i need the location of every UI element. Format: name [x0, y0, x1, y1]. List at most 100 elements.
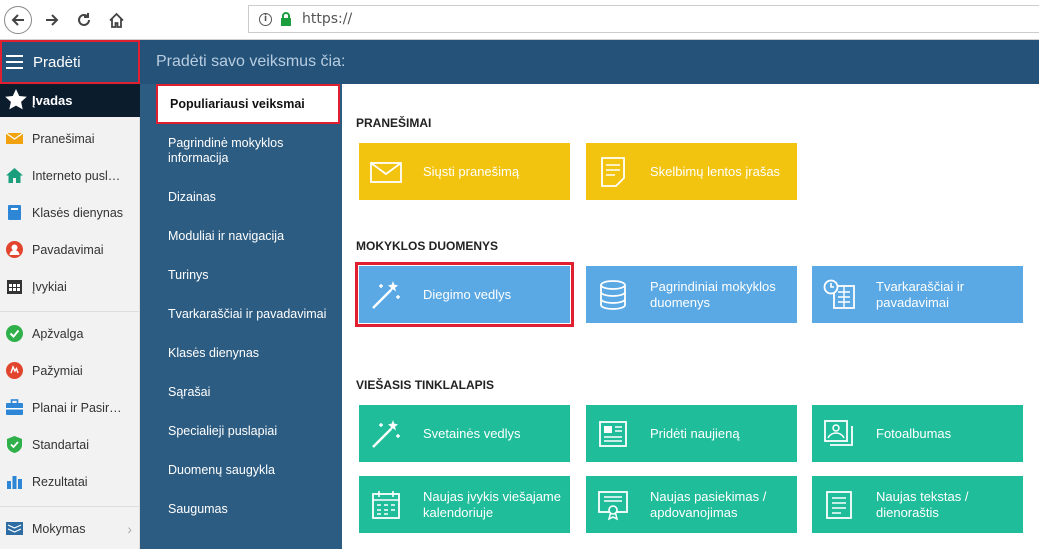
- tile-bulletin-entry[interactable]: Skelbimų lentos įrašas: [586, 143, 797, 200]
- address-bar[interactable]: i https://: [248, 5, 1039, 33]
- url-text: https://: [302, 11, 353, 27]
- menu-item-class-diary[interactable]: Klasės dienynas: [168, 346, 338, 361]
- tile-new-achievement[interactable]: Naujas pasiekimas / apdovanojimas: [586, 476, 797, 533]
- newspaper-icon: [599, 421, 627, 447]
- photo-album-icon: [824, 420, 853, 446]
- sidebar-item-label: Pažymiai: [32, 363, 83, 378]
- envelope-icon: [6, 132, 23, 144]
- arrow-right-icon: [46, 14, 59, 26]
- tile-label: Fotoalbumas: [876, 425, 952, 441]
- info-icon[interactable]: i: [259, 12, 272, 26]
- lock-icon: [281, 12, 291, 26]
- education-icon: [6, 522, 23, 535]
- tile-send-message[interactable]: Siųsti pranešimą: [359, 143, 570, 200]
- sidebar-item-label: Įvykiai: [32, 279, 67, 294]
- menu-item-special-pages[interactable]: Specialieji puslapiai: [168, 424, 338, 439]
- arrow-left-icon: [11, 14, 24, 26]
- left-sidebar: Pradėti Įvadas Pranešimai Interneto pusl…: [0, 40, 140, 549]
- sidebar-item-label: Pranešimai: [32, 131, 95, 146]
- section-title-public-site: VIEŠASIS TINKLALAPIS: [356, 378, 495, 392]
- menu-item-schedules[interactable]: Tvarkaraščiai ir pavadavimai: [168, 307, 338, 322]
- tile-label: Naujas pasiekimas / apdovanojimas: [650, 488, 767, 520]
- tile-school-basic-data[interactable]: Pagrindiniai mokyklos duomenys: [586, 266, 797, 323]
- menu-item-security[interactable]: Saugumas: [168, 502, 338, 517]
- sidebar-item-label: Standartai: [32, 437, 89, 452]
- start-menu-toggle[interactable]: Pradėti: [0, 40, 140, 84]
- text-icon: [826, 491, 852, 519]
- sidebar-item-label: Pavadavimai: [32, 242, 104, 257]
- menu-item-modules[interactable]: Moduliai ir navigacija: [168, 229, 338, 244]
- calendar-icon: [7, 280, 22, 294]
- tile-label: Svetainės vedlys: [423, 425, 521, 441]
- menu-item-content[interactable]: Turinys: [168, 268, 338, 283]
- tile-new-text-blog[interactable]: Naujas tekstas / dienoraštis: [812, 476, 1023, 533]
- category-menu: Pagrindinė mokyklos informacija Dizainas…: [140, 84, 342, 549]
- tile-add-news[interactable]: Pridėti naujieną: [586, 405, 797, 462]
- menu-item-design[interactable]: Dizainas: [168, 190, 338, 205]
- hamburger-icon: [6, 55, 23, 69]
- home-button[interactable]: [102, 6, 130, 34]
- browser-toolbar: i https://: [0, 0, 1039, 40]
- tile-photo-album[interactable]: Fotoalbumas: [812, 405, 1023, 462]
- tile-schedules-substitutions[interactable]: Tvarkaraščiai ir pavadavimai: [812, 266, 1023, 323]
- back-button[interactable]: [4, 6, 32, 34]
- database-icon: [600, 280, 626, 310]
- sidebar-item-website[interactable]: Interneto pusl…: [0, 157, 140, 194]
- menu-item-school-info[interactable]: Pagrindinė mokyklos informacija: [168, 136, 338, 166]
- sidebar-item-grades[interactable]: Pažymiai: [0, 352, 140, 389]
- reload-button[interactable]: [70, 6, 98, 34]
- home-icon: [108, 12, 124, 28]
- tile-label: Skelbimų lentos įrašas: [650, 163, 781, 179]
- certificate-icon: [598, 491, 628, 521]
- tile-new-calendar-event[interactable]: Naujas įvykis viešajame kalendoriuje: [359, 476, 570, 533]
- sidebar-item-label: Klasės dienynas: [32, 205, 124, 220]
- menu-item-popular[interactable]: Populiariausi veiksmai: [156, 84, 340, 124]
- sidebar-item-events[interactable]: Įvykiai: [0, 268, 140, 305]
- forward-button[interactable]: [38, 6, 66, 34]
- sidebar-item-label: Planai ir Pasir…: [32, 400, 122, 415]
- sidebar-item-overview[interactable]: Apžvalga: [0, 315, 140, 352]
- grade-icon: [6, 362, 23, 379]
- tile-label: Siųsti pranešimą: [423, 163, 520, 179]
- check-circle-icon: [6, 325, 23, 342]
- sidebar-item-substitutions[interactable]: Pavadavimai: [0, 231, 140, 268]
- tile-label: Diegimo vedlys: [423, 286, 512, 302]
- user-icon: [6, 241, 23, 258]
- sidebar-item-notifications[interactable]: Pranešimai: [0, 120, 140, 157]
- star-icon: [5, 89, 27, 110]
- page-title: Pradėti savo veiksmus čia:: [140, 40, 1039, 84]
- menu-item-lists[interactable]: Sąrašai: [168, 385, 338, 400]
- sidebar-item-class-diary[interactable]: Klasės dienynas: [0, 194, 140, 231]
- tile-label: Naujas tekstas / dienoraštis: [876, 488, 969, 520]
- section-title-school-data: MOKYKLOS DUOMENYS: [356, 239, 499, 253]
- tile-setup-wizard[interactable]: Diegimo vedlys: [355, 262, 574, 327]
- page-title-text: Pradėti savo veiksmus čia:: [156, 53, 346, 70]
- tile-site-wizard[interactable]: Svetainės vedlys: [359, 405, 570, 462]
- sidebar-divider: [0, 506, 140, 507]
- magic-wand-icon: [372, 420, 400, 448]
- schedule-icon: [823, 279, 855, 309]
- briefcase-icon: [6, 399, 23, 415]
- tile-label: Pridėti naujieną: [650, 425, 740, 441]
- sidebar-item-results[interactable]: Rezultatai: [0, 463, 140, 500]
- sidebar-item-label: Apžvalga: [32, 326, 84, 341]
- sidebar-divider: [0, 311, 140, 312]
- sidebar-item-label: Įvadas: [32, 93, 73, 108]
- section-title-notifications: PRANEŠIMAI: [356, 116, 432, 130]
- magic-wand-icon: [372, 281, 400, 309]
- sidebar-item-plans[interactable]: Planai ir Pasir…: [0, 389, 140, 426]
- sidebar-item-label: Mokymas: [32, 521, 86, 536]
- start-label: Pradėti: [33, 53, 81, 71]
- book-icon: [8, 205, 21, 220]
- envelope-icon: [370, 162, 402, 183]
- sidebar-item-learning[interactable]: Mokymas ›: [0, 510, 140, 547]
- sidebar-item-label: Interneto pusl…: [32, 168, 121, 183]
- shield-icon: [7, 436, 22, 453]
- note-icon: [601, 157, 625, 187]
- menu-item-data-storage[interactable]: Duomenų saugykla: [168, 463, 338, 478]
- sidebar-item-intro[interactable]: Įvadas: [0, 84, 140, 117]
- sidebar-item-label: Rezultatai: [32, 474, 88, 489]
- sidebar-item-standards[interactable]: Standartai: [0, 426, 140, 463]
- reload-icon: [78, 13, 90, 26]
- tile-label: Tvarkaraščiai ir pavadavimai: [876, 278, 965, 310]
